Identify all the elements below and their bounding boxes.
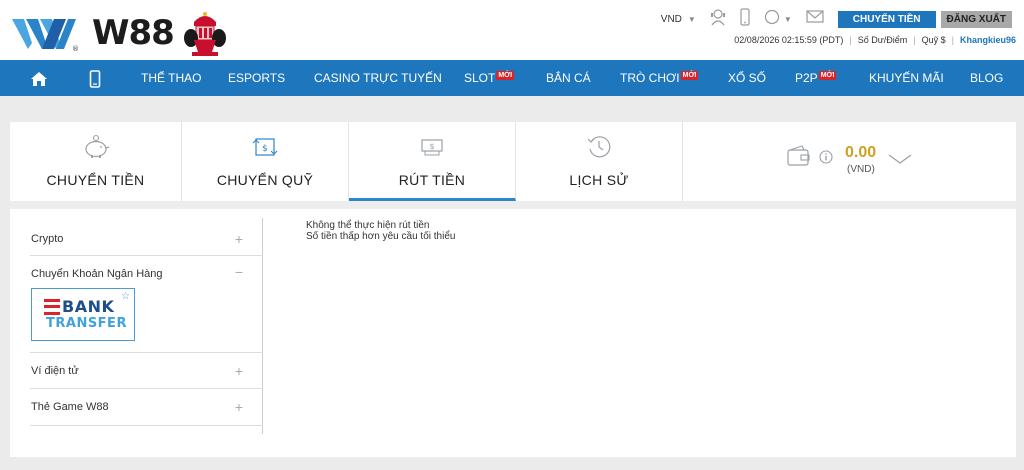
tabs-divider [10,201,1016,209]
bank-tile-title: BANK [62,297,115,316]
balance-label[interactable]: Số Dư/Điểm [858,35,908,45]
new-badge: MỚI [496,71,515,80]
main-nav: THỂ THAO ESPORTS CASINO TRỰC TUYẾN SLOT M… [0,60,1024,96]
language-icon[interactable] [764,9,780,30]
datetime: 02/08/2026 02:15:59 (PDT) [734,35,844,45]
exchange-icon: $ [252,134,278,165]
username[interactable]: Khangkieu96 [960,35,1016,45]
nav-esports[interactable]: ESPORTS [228,60,285,96]
tab-label: RÚT TIỀN [398,172,466,188]
expand-icon[interactable]: + [235,231,243,247]
svg-text:$: $ [429,142,434,151]
withdraw-error-message: Không thể thực hiện rút tiền Số tiền thấ… [306,220,455,242]
brand-name: W88 [92,13,175,53]
balance-amount: 0.00 [845,144,877,161]
expand-icon[interactable]: + [235,399,243,415]
method-label: Chuyển Khoản Ngân Hàng [31,268,163,280]
tab-history[interactable]: LỊCH SỬ [516,122,683,201]
nav-sports[interactable]: THỂ THAO [141,60,201,96]
collapse-icon[interactable]: − [235,264,243,280]
nav-blog[interactable]: BLOG [970,60,1003,96]
method-crypto[interactable]: Crypto + [30,218,263,256]
header: ® W88 VND ▼ ▼ CHUYỂN TIỀN ĐĂNG XUẤT 02/0… [0,0,1024,60]
balance-currency: (VND) [847,164,875,175]
account-info-row: 02/08/2026 02:15:59 (PDT) | Số Dư/Điểm |… [734,35,1016,45]
bank-logo-icon [44,298,60,315]
language-chevron-icon[interactable]: ▼ [784,15,792,24]
nav-lottery[interactable]: XỔ SỐ [728,60,766,96]
tab-withdraw[interactable]: $ RÚT TIỀN [349,122,516,201]
support-agent-icon[interactable] [710,8,726,31]
balance-display: 0.00 (VND) [683,122,1016,201]
bank-transfer-option[interactable]: ☆ BANK TRANSFER [31,288,135,341]
club-crest-icon [183,12,226,56]
chevron-down-icon[interactable] [887,152,913,170]
tab-fund-transfer[interactable]: $ CHUYỂN QUỸ [182,122,349,201]
method-game-card[interactable]: Thẻ Game W88 + [30,389,263,426]
fund-label[interactable]: Quỹ $ [922,35,946,45]
favorite-star-icon[interactable]: ☆ [121,291,130,302]
nav-casino[interactable]: CASINO TRỰC TUYẾN [314,60,442,96]
mail-icon[interactable] [806,10,824,28]
method-ewallet[interactable]: Ví điện tử + [30,353,263,389]
tab-label: CHUYỂN TIỀN [46,172,145,188]
new-badge: MỚI [680,71,699,80]
wallet-icon [787,145,811,172]
home-icon[interactable] [30,60,48,96]
method-label: Crypto [31,233,64,245]
currency-selector[interactable]: VND [661,14,682,25]
expand-icon[interactable]: + [235,363,243,379]
withdraw-cash-icon: $ [419,134,445,165]
top-controls: VND ▼ ▼ CHUYỂN TIỀN ĐĂNG XUẤT [661,7,1012,31]
nav-promotions[interactable]: KHUYẾN MÃI [869,60,944,96]
nav-fishing[interactable]: BẮN CÁ [546,60,591,96]
nav-p2p[interactable]: P2P MỚI [795,60,837,96]
chevron-down-icon[interactable]: ▼ [688,15,696,24]
bank-tile-subtitle: TRANSFER [46,316,127,331]
tab-deposit[interactable]: CHUYỂN TIỀN [10,122,182,201]
tab-label: LỊCH SỬ [569,172,629,188]
withdraw-methods-sidebar: Crypto + Chuyển Khoản Ngân Hàng − ☆ BANK… [30,218,263,434]
history-icon [586,134,612,165]
method-label: Thẻ Game W88 [31,401,109,413]
method-label: Ví điện tử [31,365,79,377]
nav-games[interactable]: TRÒ CHƠI MỚI [620,60,699,96]
svg-text:$: $ [262,144,268,154]
tab-label: CHUYỂN QUỸ [216,172,314,188]
w-logo-icon: ® [12,19,78,53]
nav-slot[interactable]: SLOT MỚI [464,60,515,96]
funds-tabs: CHUYỂN TIỀN $ CHUYỂN QUỸ $ RÚT TIỀN LỊCH… [10,122,1016,201]
message-line-2: Số tiền thấp hơn yêu cầu tối thiểu [306,231,456,242]
logout-button[interactable]: ĐĂNG XUẤT [940,10,1012,28]
piggy-bank-icon [82,134,110,165]
transfer-button[interactable]: CHUYỂN TIỀN [837,10,936,28]
info-icon[interactable] [819,150,833,169]
w88-logo[interactable]: ® W88 [12,8,228,58]
svg-text:®: ® [72,45,78,53]
message-line-1: Không thể thực hiện rút tiền [306,220,430,231]
mobile-app-icon[interactable] [89,60,101,96]
mobile-icon[interactable] [740,7,750,31]
funds-panel: CHUYỂN TIỀN $ CHUYỂN QUỸ $ RÚT TIỀN LỊCH… [10,122,1016,457]
new-badge: MỚI [818,71,837,80]
